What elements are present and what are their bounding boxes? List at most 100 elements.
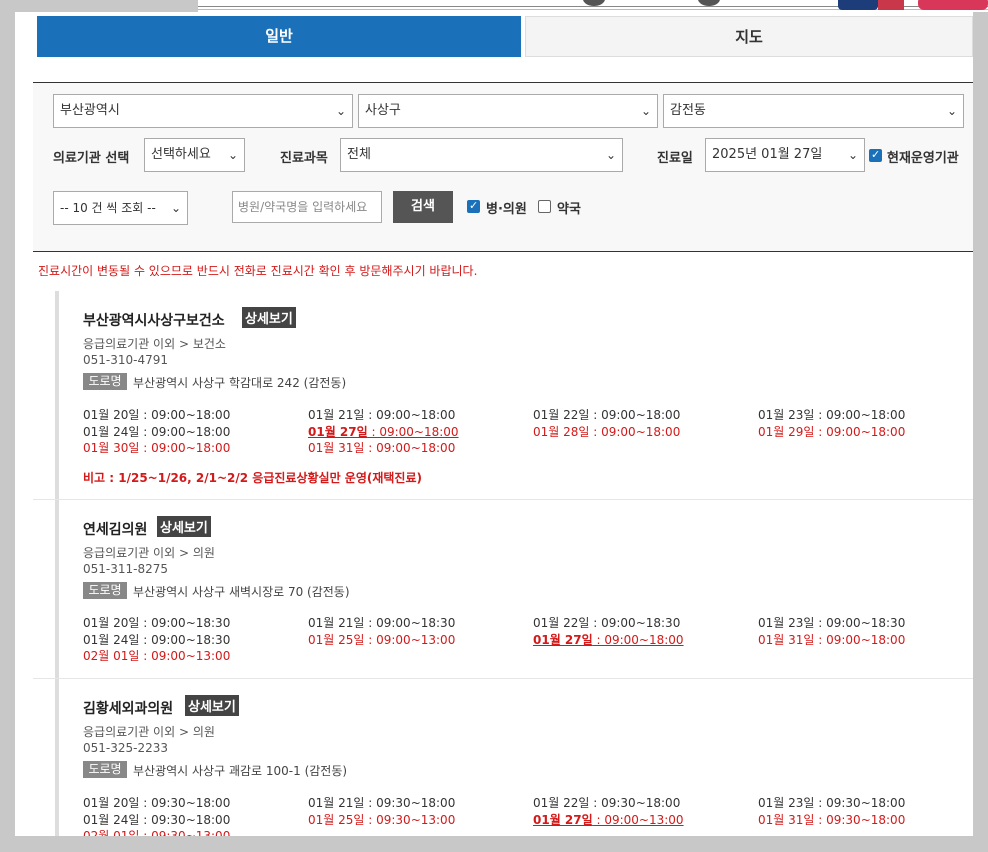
page-size-select[interactable]: -- 10 건 씩 조회 -- ⌄ — [53, 191, 188, 225]
dept-select[interactable]: 전체 ⌄ — [340, 138, 623, 172]
list-item: 김황세외과의원 상세보기 응급의료기관 이외 > 의원 051-325-2233… — [33, 679, 973, 836]
hours-time: : 09:00~18:00 — [814, 632, 906, 647]
hours-entry: 01월 20일 : 09:00~18:30 — [83, 614, 230, 631]
road-badge: 도로명 — [83, 582, 127, 599]
hours-day: 01월 28일 — [533, 424, 590, 439]
hours-time: : 09:30~13:00 — [364, 812, 456, 827]
hours-entry: 01월 21일 : 09:30~18:00 — [308, 794, 455, 811]
view-tabs: 일반 지도 — [37, 16, 973, 57]
sigungu-select[interactable]: 사상구 ⌄ — [358, 94, 658, 128]
main-panel: 일반 지도 부산광역시 ⌄ 사상구 ⌄ 감전동 ⌄ 의료기관 선택 선택하세요 … — [15, 12, 973, 836]
hours-entry: 01월 28일 : 09:00~18:00 — [533, 423, 680, 440]
hours-day: 01월 20일 — [83, 408, 140, 422]
hours-time: : 09:00~18:00 — [139, 424, 231, 439]
top-banner-strip — [198, 0, 988, 12]
hours-day: 01월 20일 — [83, 796, 140, 810]
hours-entry: 01월 20일 : 09:00~18:00 — [83, 406, 230, 423]
hours-day: 01월 22일 — [533, 616, 590, 630]
hours-entry: 01월 21일 : 09:00~18:30 — [308, 614, 455, 631]
institution-name: 김황세외과의원 — [83, 701, 174, 717]
hours-entry: 01월 27일 : 09:00~13:00 — [533, 811, 684, 828]
hours-day: 01월 31일 — [758, 632, 815, 647]
hours-time: : 09:00~18:00 — [367, 424, 459, 439]
institution-name: 부산광역시사상구보건소 — [83, 313, 225, 329]
hours-time: : 09:30~18:00 — [814, 812, 906, 827]
tab-general[interactable]: 일반 — [37, 16, 521, 57]
chevron-down-icon: ⌄ — [847, 148, 858, 162]
hours-day: 02월 01일 — [83, 829, 140, 836]
banner-graphic — [838, 0, 878, 10]
hours-day: 01월 31일 — [758, 812, 815, 827]
chevron-down-icon: ⌄ — [227, 148, 238, 162]
hours-day: 01월 21일 — [308, 616, 365, 630]
hours-day: 01월 23일 — [758, 796, 815, 810]
sido-select-value: 부산광역시 — [60, 103, 120, 118]
hours-day: 01월 24일 — [83, 812, 140, 827]
road-badge: 도로명 — [83, 373, 127, 390]
hours-entry: 01월 31일 : 09:00~18:00 — [758, 631, 905, 648]
list-item: 부산광역시사상구보건소 상세보기 응급의료기관 이외 > 보건소 051-310… — [33, 291, 973, 500]
hours-time: : 09:00~18:30 — [139, 632, 231, 647]
hours-time: : 09:30~18:00 — [139, 812, 231, 827]
institution-list: 부산광역시사상구보건소 상세보기 응급의료기관 이외 > 보건소 051-310… — [33, 291, 973, 836]
road-badge: 도로명 — [83, 761, 127, 778]
dong-select-value: 감전동 — [670, 103, 706, 118]
address-text: 부산광역시 사상구 학감대로 242 (감전동) — [133, 376, 347, 390]
dong-select[interactable]: 감전동 ⌄ — [663, 94, 964, 128]
hours-day: 01월 27일 — [308, 424, 368, 439]
hours-entry: 01월 24일 : 09:00~18:00 — [83, 423, 230, 440]
hours-entry: 01월 23일 : 09:30~18:00 — [758, 794, 905, 811]
hours-entry: 01월 27일 : 09:00~18:00 — [308, 423, 459, 440]
hours-entry: 01월 31일 : 09:30~18:00 — [758, 811, 905, 828]
hours-day: 01월 25일 — [308, 632, 365, 647]
hours-entry: 02월 01일 : 09:30~13:00 — [83, 827, 230, 836]
hours-time: : 09:00~18:30 — [364, 616, 456, 630]
sido-select[interactable]: 부산광역시 ⌄ — [53, 94, 353, 128]
hours-time: : 09:00~13:00 — [139, 649, 231, 663]
date-select[interactable]: 2025년 01월 27일 ⌄ — [705, 138, 865, 172]
tab-map[interactable]: 지도 — [525, 16, 973, 57]
hours-entry: 01월 22일 : 09:00~18:30 — [533, 614, 680, 631]
hours-time: : 09:30~13:00 — [139, 829, 231, 836]
hours-entry: 01월 29일 : 09:00~18:00 — [758, 423, 905, 440]
chevron-down-icon: ⌄ — [640, 104, 651, 118]
hours-time: : 09:30~18:00 — [139, 796, 231, 810]
search-button[interactable]: 검색 — [393, 191, 453, 223]
detail-button[interactable]: 상세보기 — [157, 516, 211, 537]
hours-time: : 09:00~18:00 — [814, 424, 906, 439]
page-size-value: -- 10 건 씩 조회 -- — [60, 201, 156, 215]
hours-time: : 09:00~18:30 — [814, 616, 906, 630]
hours-time: : 09:00~18:00 — [814, 408, 906, 422]
pharmacy-checkbox[interactable] — [538, 200, 551, 213]
hours-day: 02월 01일 — [83, 649, 140, 663]
chevron-down-icon: ⌄ — [605, 148, 616, 162]
operating-checkbox[interactable] — [869, 148, 882, 162]
hours-day: 01월 22일 — [533, 408, 590, 422]
banner-graphic — [918, 0, 988, 10]
hours-entry: 01월 23일 : 09:00~18:30 — [758, 614, 905, 631]
institution-label: 의료기관 선택 — [53, 151, 130, 166]
hours-day: 01월 27일 — [533, 632, 593, 647]
hospital-checkbox[interactable] — [467, 199, 480, 213]
chevron-down-icon: ⌄ — [335, 104, 346, 118]
dept-select-value: 전체 — [347, 147, 371, 162]
hours-day: 01월 31일 — [308, 441, 365, 455]
hours-time: : 09:00~13:00 — [364, 632, 456, 647]
search-filter-panel: 부산광역시 ⌄ 사상구 ⌄ 감전동 ⌄ 의료기관 선택 선택하세요 ⌄ 진료과목… — [33, 82, 973, 252]
hours-time: : 09:30~18:00 — [364, 796, 456, 810]
hours-time: : 09:00~18:00 — [589, 408, 681, 422]
list-item: 연세김의원 상세보기 응급의료기관 이외 > 의원 051-311-8275 도… — [33, 500, 973, 679]
hours-entry: 01월 20일 : 09:30~18:00 — [83, 794, 230, 811]
notice-text: 진료시간이 변동될 수 있으므로 반드시 전화로 진료시간 확인 후 방문해주시… — [38, 264, 478, 278]
detail-button[interactable]: 상세보기 — [242, 307, 296, 328]
note-text: 비고 : 1/25~1/26, 2/1~2/2 응급진료상황실만 운영(재택진료… — [83, 471, 422, 485]
hours-day: 01월 27일 — [533, 812, 593, 827]
chevron-down-icon: ⌄ — [946, 104, 957, 118]
hours-time: : 09:00~18:00 — [589, 424, 681, 439]
hours-entry: 01월 24일 : 09:00~18:30 — [83, 631, 230, 648]
institution-select[interactable]: 선택하세요 ⌄ — [144, 138, 245, 172]
detail-button[interactable]: 상세보기 — [185, 695, 239, 716]
hours-entry: 01월 24일 : 09:30~18:00 — [83, 811, 230, 828]
search-input[interactable]: 병원/약국명을 입력하세요 — [232, 191, 382, 223]
hours-entry: 01월 25일 : 09:30~13:00 — [308, 811, 455, 828]
